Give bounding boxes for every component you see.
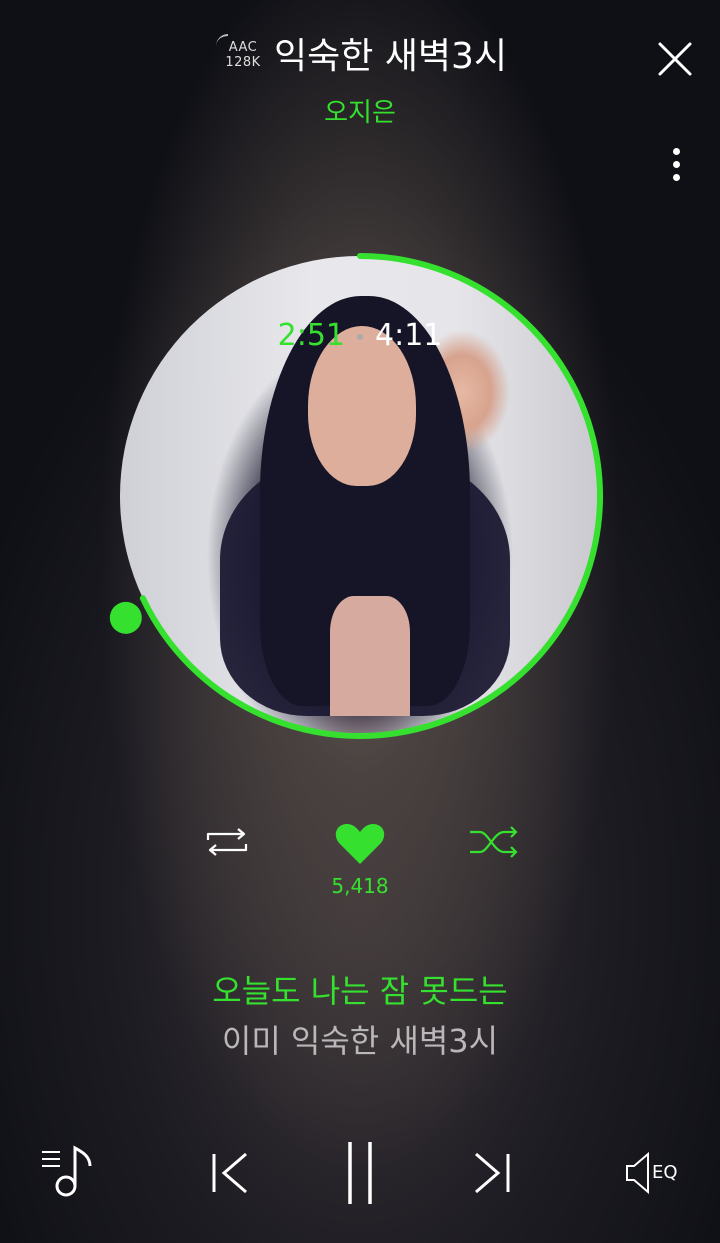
song-title: 익숙한 새벽3시: [274, 36, 508, 77]
artist-name[interactable]: 오지은: [0, 92, 720, 129]
lyric-current-line[interactable]: 오늘도 나는 잠 못드는: [0, 966, 720, 1012]
shuffle-icon[interactable]: [468, 826, 520, 858]
more-vertical-icon[interactable]: [664, 148, 688, 188]
heart-icon[interactable]: [334, 822, 386, 866]
time-separator: [357, 333, 363, 340]
streaming-icon: [216, 34, 228, 48]
skip-next-icon[interactable]: [468, 1150, 514, 1196]
skip-previous-icon[interactable]: [208, 1150, 254, 1196]
like-count: 5,418: [331, 874, 389, 898]
playlist-icon[interactable]: [40, 1142, 98, 1200]
time-display: 2:51 4:11: [0, 318, 720, 353]
lyric-next-line[interactable]: 이미 익숙한 새벽3시: [0, 1016, 720, 1062]
quality-codec: AAC: [228, 40, 258, 55]
current-time: 2:51: [277, 318, 345, 353]
repeat-icon[interactable]: [202, 826, 252, 858]
eq-label: EQ: [652, 1162, 678, 1183]
pause-icon[interactable]: [340, 1140, 380, 1206]
total-time: 4:11: [375, 318, 443, 353]
audio-quality-badge: AAC 128K: [216, 34, 264, 70]
progress-handle[interactable]: [109, 601, 142, 634]
close-icon[interactable]: [656, 40, 694, 78]
equalizer-speaker-icon[interactable]: EQ: [624, 1150, 688, 1196]
quality-bitrate: 128K: [225, 55, 261, 70]
